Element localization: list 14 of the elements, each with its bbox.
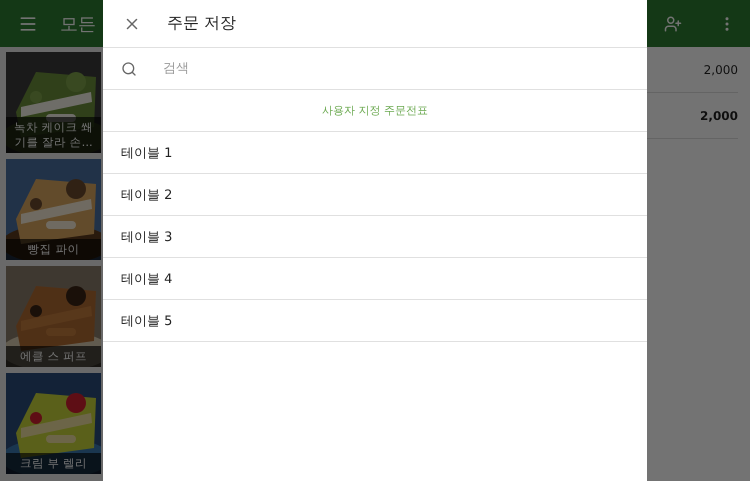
product-tile[interactable]: 빵집 파이 bbox=[6, 159, 101, 260]
ticket-item[interactable]: 테이블 3 bbox=[103, 216, 647, 258]
ticket-item[interactable]: 테이블 5 bbox=[103, 300, 647, 342]
ticket-item[interactable]: 테이블 1 bbox=[103, 132, 647, 174]
line-amount: 2,000 bbox=[704, 62, 738, 76]
product-tile[interactable]: 크림 부 렐리 bbox=[6, 373, 101, 474]
ticket-item[interactable]: 테이블 2 bbox=[103, 174, 647, 216]
add-person-icon[interactable] bbox=[664, 14, 682, 32]
ticket-item[interactable]: 테이블 4 bbox=[103, 258, 647, 300]
dialog-title: 주문 저장 bbox=[167, 13, 236, 34]
search-icon bbox=[121, 60, 137, 76]
product-tile[interactable]: 녹차 케이크 쐐기를 잘라 손... bbox=[6, 52, 101, 153]
line-amount: 2,000 bbox=[700, 108, 738, 122]
app-title: 모든 bbox=[60, 12, 96, 36]
